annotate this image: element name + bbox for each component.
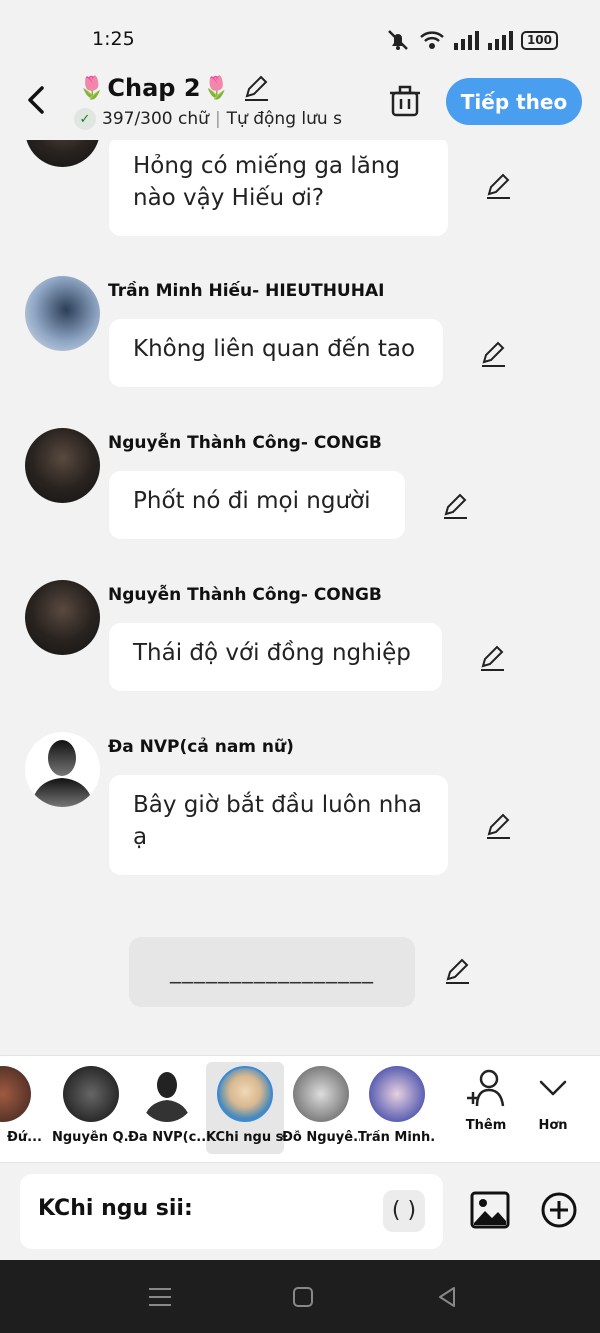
check-icon: ✓ [74,108,96,130]
battery-indicator: 100 [520,30,558,50]
system-nav-bar [0,1260,600,1333]
add-circle-icon[interactable] [540,1191,578,1229]
character-avatar [369,1066,425,1122]
character-selector[interactable]: Đứ... Nguyễn Q... Đa NVP(c... KChi ngu s… [0,1055,600,1163]
character-avatar [0,1066,31,1122]
more-label: Hơn [538,1118,568,1133]
signal-icon [453,31,479,50]
status-bar: 1:25 100 [0,0,600,70]
add-label: Thêm [465,1118,507,1133]
character-avatar [139,1066,195,1122]
current-speaker-label: KChi ngu sii: [38,1196,193,1221]
status-icons: 100 [385,28,558,52]
character-item[interactable]: Đỗ Nguyê... [282,1066,360,1145]
character-name: Nguyễn Q... [52,1130,130,1145]
header: 🌷 Chap 2 🌷 ✓ 397/300 chữ | Tự động lưu s… [0,70,600,140]
sender-name: Nguyễn Thành Công- CONGB [108,433,382,453]
back-arrow-icon[interactable] [22,84,52,116]
message-bubble[interactable]: Bây giờ bắt đầu luôn nha ạ [109,775,448,875]
input-area: KChi ngu sii: ( ) [0,1163,600,1260]
chat-area[interactable]: Hỏng có miếng ga lăng nào vậy Hiếu ơi? T… [0,140,600,1055]
message-bubble[interactable]: Thái độ với đồng nghiệp [109,623,442,691]
avatar[interactable] [25,580,100,655]
tulip-icon: 🌷 [78,75,106,101]
character-name: Đa NVP(c... [128,1130,206,1145]
back-triangle-icon[interactable] [434,1284,460,1310]
character-name: Trần Minh... [358,1130,436,1145]
wifi-icon [420,31,444,49]
tulip-icon: 🌷 [202,75,230,101]
parenthesis-button[interactable]: ( ) [383,1190,425,1232]
character-name: Đứ... [7,1130,42,1145]
message-bubble[interactable]: Không liên quan đến tao [109,319,443,387]
character-item[interactable]: Trần Minh... [358,1066,436,1145]
narration-bubble[interactable]: _________________ [129,937,415,1007]
more-button[interactable]: Hơn [523,1068,583,1133]
home-icon[interactable] [290,1284,316,1310]
edit-message-icon[interactable] [484,812,512,840]
add-person-icon [467,1069,505,1107]
avatar[interactable] [25,732,100,807]
sender-name: Nguyễn Thành Công- CONGB [108,585,382,605]
edit-message-icon[interactable] [441,492,469,520]
person-silhouette-icon [31,740,94,807]
mute-bell-icon [388,30,408,50]
character-avatar [293,1066,349,1122]
chapter-status-line: ✓ 397/300 chữ | Tự động lưu s [74,108,364,130]
word-count: 397/300 chữ [102,109,209,129]
character-name: KChi ngu sii [206,1130,284,1145]
edit-title-icon[interactable] [242,74,270,102]
chapter-title-text: Chap 2 [107,74,201,102]
message-bubble[interactable]: Phốt nó đi mọi người [109,471,405,539]
chevron-down-icon [539,1080,567,1096]
person-silhouette-icon [143,1072,191,1122]
character-avatar [217,1066,273,1122]
avatar[interactable] [25,276,100,351]
trash-icon[interactable] [388,84,422,118]
status-time: 1:25 [92,28,135,50]
character-item[interactable]: Đứ... [0,1066,42,1145]
character-item[interactable]: Nguyễn Q... [52,1066,130,1145]
signal-icon-2 [487,31,513,50]
edit-message-icon[interactable] [479,340,507,368]
edit-message-icon[interactable] [478,644,506,672]
menu-icon[interactable] [147,1284,173,1310]
divider: | [214,109,221,129]
message-bubble[interactable]: Hỏng có miếng ga lăng nào vậy Hiếu ơi? [109,140,448,236]
add-character-button[interactable]: Thêm [456,1068,516,1133]
message-input[interactable]: KChi ngu sii: ( ) [20,1174,443,1249]
character-item-selected[interactable]: KChi ngu sii [206,1062,284,1154]
next-button[interactable]: Tiếp theo [446,78,582,125]
sender-name: Trần Minh Hiếu- HIEUTHUHAI [108,281,385,301]
edit-message-icon[interactable] [443,957,471,985]
character-name: Đỗ Nguyê... [282,1130,360,1145]
character-avatar [63,1066,119,1122]
avatar[interactable] [25,140,100,167]
character-item[interactable]: Đa NVP(c... [128,1066,206,1145]
image-icon[interactable] [470,1191,510,1229]
chapter-title[interactable]: 🌷 Chap 2 🌷 [78,74,270,102]
avatar[interactable] [25,428,100,503]
sender-name: Đa NVP(cả nam nữ) [108,737,294,757]
edit-message-icon[interactable] [484,172,512,200]
autosave-status: Tự động lưu s [226,109,342,129]
